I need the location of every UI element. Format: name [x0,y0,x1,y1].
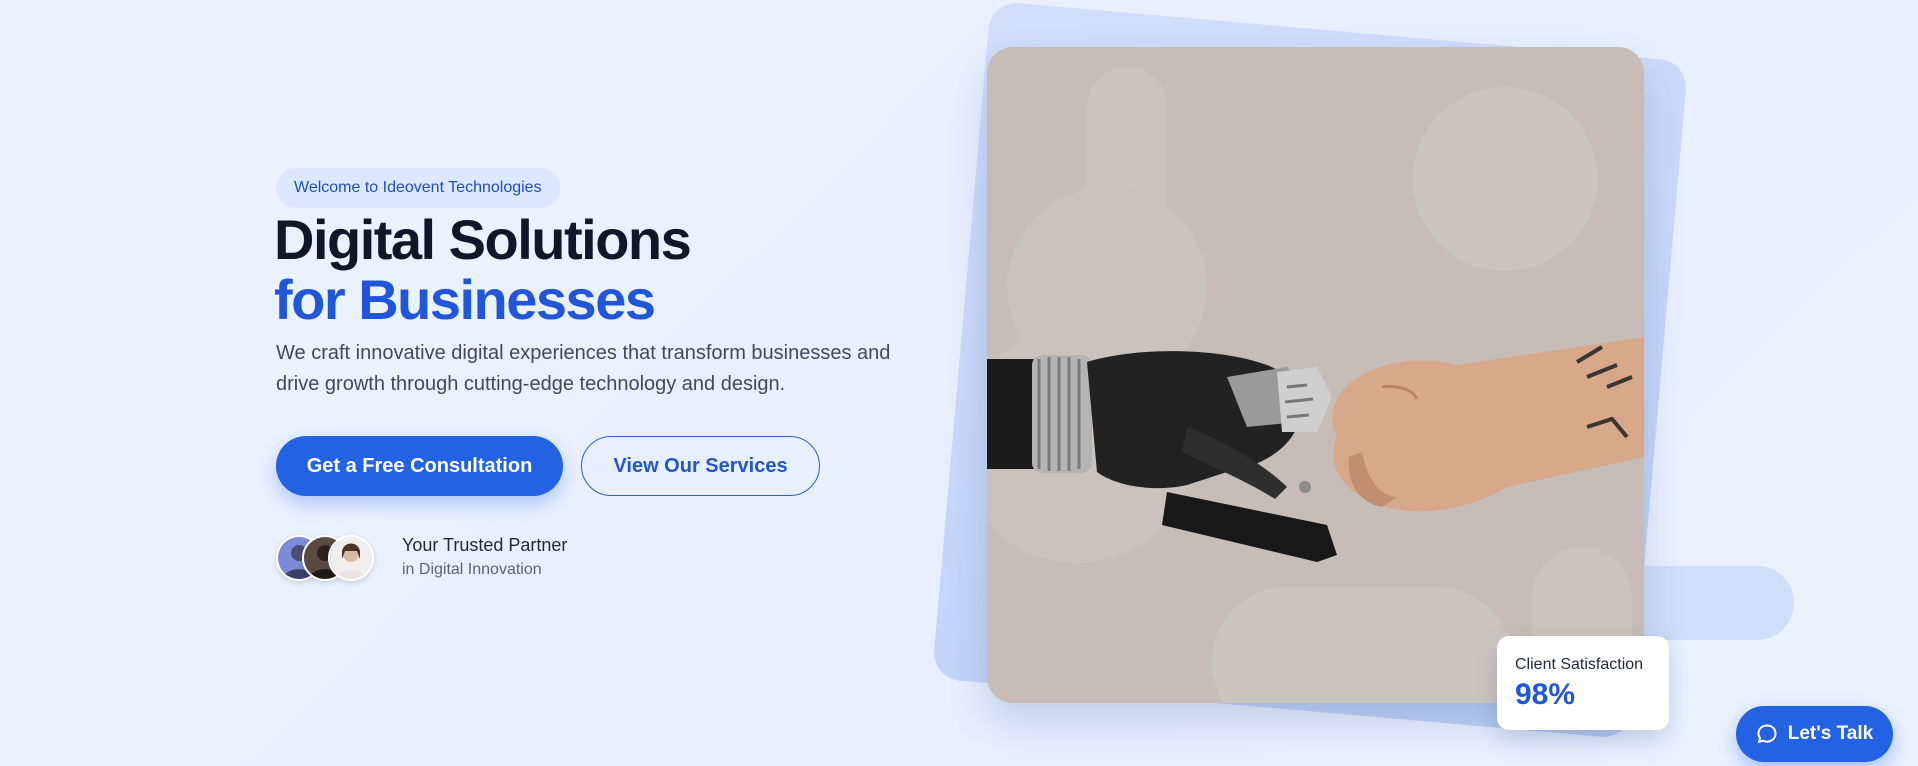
avatar-group [276,535,376,581]
trust-title: Your Trusted Partner [402,535,568,555]
welcome-badge: Welcome to Ideovent Technologies [276,168,560,208]
stat-value: 98% [1515,678,1576,711]
hero-title: Digital Solutions for Businesses [274,208,692,331]
view-services-button[interactable]: View Our Services [581,436,820,496]
trust-subtitle: in Digital Innovation [402,561,542,578]
free-consultation-button[interactable]: Get a Free Consultation [276,436,563,496]
hero-title-line-2: for Businesses [274,268,656,331]
lets-talk-label: Let's Talk [1787,723,1874,744]
client-satisfaction-card: Client Satisfaction 98% [1497,636,1669,730]
stat-label: Client Satisfaction [1515,656,1644,673]
avatar [328,535,374,581]
hero-image [987,47,1644,703]
hero-subtitle: We craft innovative digital experiences … [276,342,891,395]
lets-talk-button[interactable]: Let's Talk [1736,706,1893,762]
hero-title-line-1: Digital Solutions [274,208,692,271]
chat-bubble-icon [1756,723,1778,745]
hero-section: Welcome to Ideovent Technologies Digital… [0,0,1918,766]
